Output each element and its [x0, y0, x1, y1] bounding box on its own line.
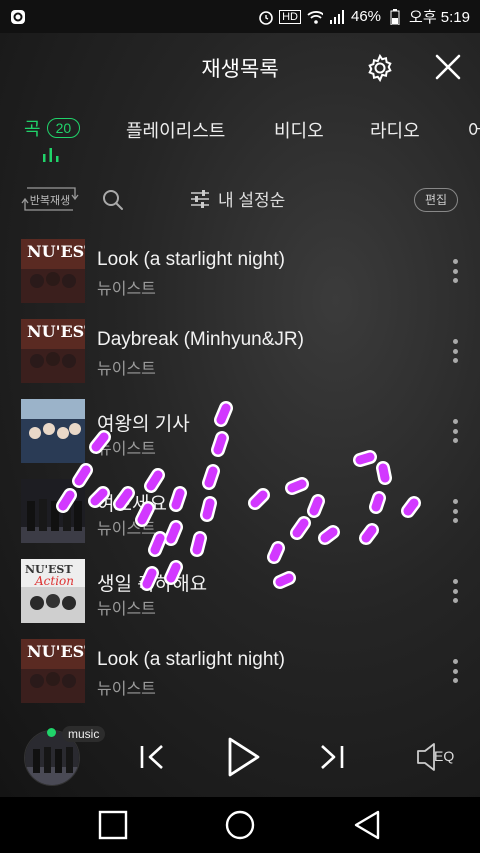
song-title: Look (a starlight night) — [97, 649, 285, 670]
more-options-button[interactable] — [446, 577, 464, 605]
song-artist: 뉴이스트 — [97, 441, 156, 458]
android-nav-bar — [0, 797, 480, 853]
song-artist: 뉴이스트 — [97, 521, 156, 538]
player-bar: music EQ — [0, 723, 480, 797]
signal-icon — [329, 9, 345, 25]
tab-radio[interactable]: 라디오 — [370, 117, 420, 143]
status-bar: HD 46% 오후 5:19 — [0, 0, 480, 33]
album-art: NU'EST — [21, 319, 85, 383]
album-art: NU'EST — [21, 639, 85, 703]
album-art: NU'EST Action — [21, 559, 85, 623]
song-artist: 뉴이스트 — [97, 281, 156, 298]
tab-bar: 곡 20 플레이리스트 비디오 라디오 어 — [0, 115, 480, 165]
search-icon — [103, 190, 123, 210]
song-row[interactable]: NU'EST Action 생일 축하해요 뉴이스트 — [0, 551, 480, 631]
settings-button[interactable] — [364, 52, 396, 84]
song-row[interactable]: 여보세요 뉴이스트 — [0, 471, 480, 551]
battery-icon — [387, 8, 403, 25]
more-options-button[interactable] — [446, 417, 464, 445]
back-button[interactable] — [350, 807, 386, 843]
repeat-label: 반복재생 — [29, 195, 71, 207]
app-notification-icon — [10, 9, 26, 25]
hd-indicator: HD — [279, 9, 301, 24]
song-artist: 뉴이스트 — [97, 361, 156, 378]
tab-more[interactable]: 어 — [468, 117, 480, 143]
song-row[interactable]: NU'EST Look (a starlight night) 뉴이스트 — [0, 631, 480, 711]
home-button[interactable] — [222, 807, 258, 843]
album-art — [21, 479, 85, 543]
album-art: NU'EST — [21, 239, 85, 303]
recent-apps-icon — [98, 810, 128, 840]
skip-next-icon — [321, 745, 344, 769]
playlist-screen: 재생목록 곡 20 플레이리스트 비디오 라디오 어 반복재생 내 설정순 편집… — [0, 33, 480, 797]
sort-button[interactable]: 내 설정순 — [190, 186, 285, 211]
back-icon — [354, 810, 380, 840]
more-options-button[interactable] — [446, 337, 464, 365]
song-artist: 뉴이스트 — [97, 601, 156, 618]
song-row[interactable]: 여왕의 기사 뉴이스트 — [0, 391, 480, 471]
song-title: 생일 축하해요 — [97, 574, 208, 595]
playing-indicator — [47, 728, 56, 737]
song-title: Daybreak (Minhyun&JR) — [97, 329, 304, 350]
play-icon — [228, 737, 260, 777]
tab-playlist[interactable]: 플레이리스트 — [126, 117, 225, 143]
song-count-badge: 20 — [46, 118, 81, 138]
equalizer-button[interactable]: EQ — [414, 733, 466, 781]
gear-icon — [368, 53, 392, 83]
recent-apps-button[interactable] — [95, 807, 131, 843]
sort-label: 내 설정순 — [218, 191, 286, 210]
album-art — [21, 399, 85, 463]
clock: 오후 5:19 — [409, 9, 470, 26]
song-title: Look (a starlight night) — [97, 249, 285, 270]
song-artist: 뉴이스트 — [97, 681, 156, 698]
previous-button[interactable] — [128, 733, 176, 781]
list-toolbar: 반복재생 내 설정순 편집 — [0, 181, 480, 221]
alarm-icon — [257, 9, 273, 25]
eq-label: EQ — [434, 748, 455, 764]
close-icon — [435, 54, 461, 80]
next-button[interactable] — [308, 733, 356, 781]
battery-percent: 46% — [351, 8, 382, 25]
edit-button[interactable]: 편집 — [414, 188, 458, 212]
more-options-button[interactable] — [446, 257, 464, 285]
header: 재생목록 — [0, 33, 480, 99]
tab-label: 곡 — [24, 119, 41, 139]
search-button[interactable] — [102, 189, 124, 211]
svg-text:NU'EST: NU'EST — [27, 322, 85, 341]
svg-text:NU'EST: NU'EST — [27, 242, 85, 261]
close-button[interactable] — [432, 51, 464, 83]
song-title: 여왕의 기사 — [97, 414, 190, 435]
tab-songs[interactable]: 곡 20 — [24, 115, 81, 141]
sliders-icon — [191, 189, 209, 208]
home-icon — [225, 810, 255, 840]
now-playing-icon — [43, 148, 59, 162]
repeat-button[interactable]: 반복재생 — [21, 184, 79, 214]
skip-previous-icon — [140, 745, 163, 769]
song-row[interactable]: NU'EST Daybreak (Minhyun&JR) 뉴이스트 — [0, 311, 480, 391]
page-title: 재생목록 — [201, 58, 279, 81]
song-title: 여보세요 — [97, 494, 167, 515]
wifi-icon — [307, 9, 323, 25]
svg-text:NU'EST: NU'EST — [27, 642, 85, 661]
music-tag: music — [62, 726, 106, 742]
svg-text:Action: Action — [34, 574, 74, 588]
more-options-button[interactable] — [446, 497, 464, 525]
song-list: NU'EST Look (a starlight night) 뉴이스트 NU'… — [0, 231, 480, 711]
song-row[interactable]: NU'EST Look (a starlight night) 뉴이스트 — [0, 231, 480, 311]
tab-video[interactable]: 비디오 — [274, 117, 324, 143]
more-options-button[interactable] — [446, 657, 464, 685]
play-button[interactable] — [218, 733, 266, 781]
